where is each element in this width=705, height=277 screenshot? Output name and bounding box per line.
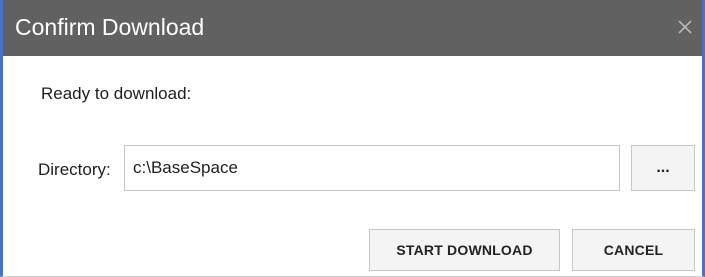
cancel-button[interactable]: CANCEL	[572, 229, 695, 271]
start-download-button[interactable]: START DOWNLOAD	[369, 229, 560, 271]
close-icon-glyph	[678, 20, 692, 34]
directory-label: Directory:	[38, 160, 111, 179]
title-bar[interactable]: Confirm Download	[3, 0, 702, 56]
dialog-title: Confirm Download	[15, 14, 205, 40]
browse-button[interactable]: ...	[631, 145, 695, 191]
confirm-download-dialog: Confirm Download Ready to download: Dire…	[0, 0, 705, 277]
ready-message: Ready to download:	[41, 84, 192, 103]
directory-input[interactable]	[124, 145, 620, 191]
close-icon[interactable]	[672, 14, 698, 40]
